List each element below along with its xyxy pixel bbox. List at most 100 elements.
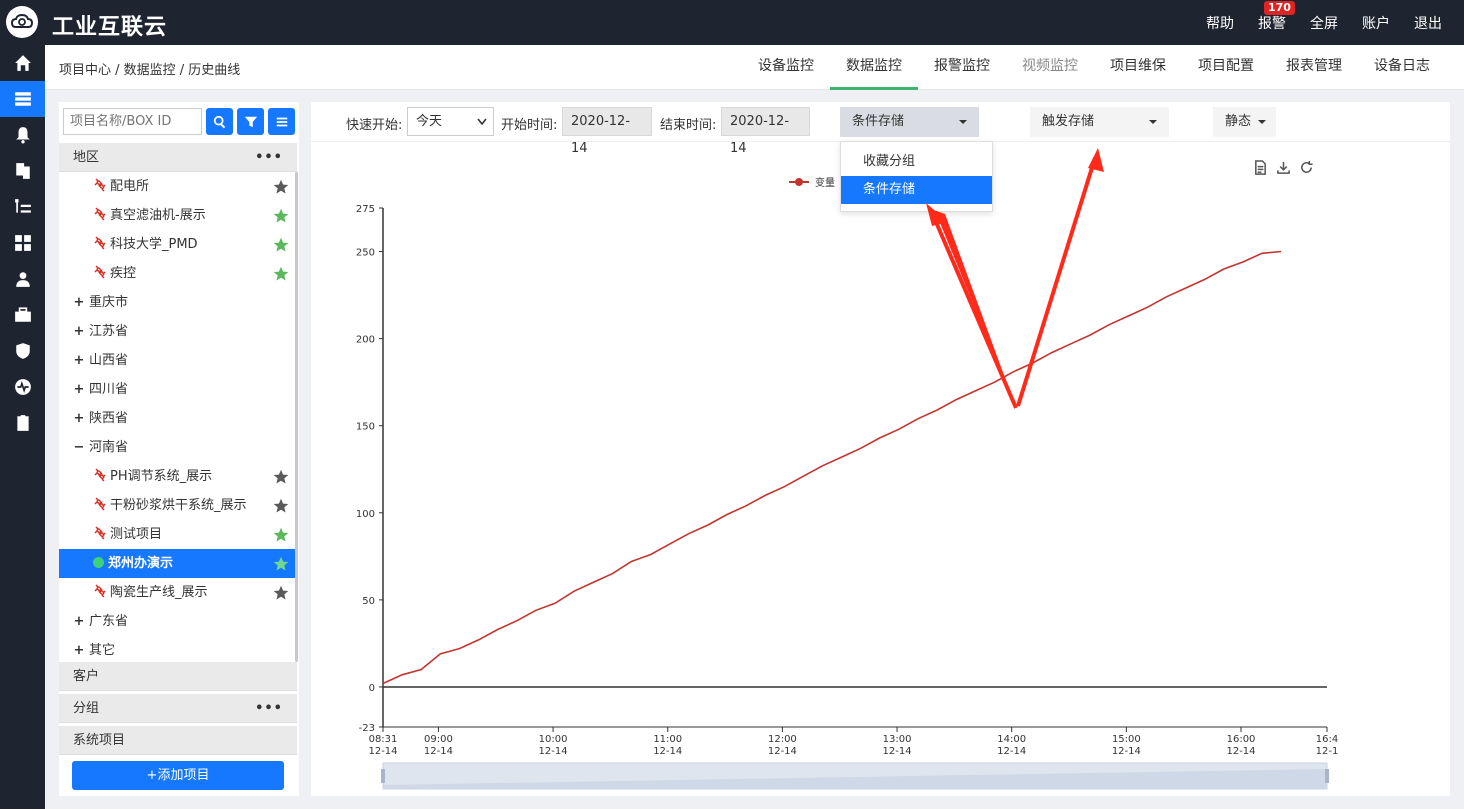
trigger-mode-value: 触发存储 bbox=[1042, 114, 1095, 129]
broken-link-icon bbox=[94, 265, 106, 279]
expand-icon[interactable]: + bbox=[73, 375, 85, 404]
broken-link-icon bbox=[94, 207, 106, 221]
section-system[interactable]: 系统项目 bbox=[59, 726, 297, 755]
end-time-input[interactable]: 2020-12-14 bbox=[721, 107, 810, 156]
tab-project-config[interactable]: 项目配置 bbox=[1182, 45, 1270, 90]
fullscreen-link[interactable]: 全屏 bbox=[1298, 13, 1350, 33]
x-tick-label: 08:31 bbox=[369, 734, 398, 745]
y-tick-label: 50 bbox=[362, 596, 375, 607]
favorite-star-icon[interactable] bbox=[273, 556, 289, 572]
tree-item[interactable]: 疾控 bbox=[59, 259, 295, 288]
favorite-star-icon[interactable] bbox=[273, 585, 289, 601]
tree-item[interactable]: 干粉砂浆烘干系统_展示 bbox=[59, 491, 295, 520]
tab-device-log[interactable]: 设备日志 bbox=[1358, 45, 1446, 90]
tree-group[interactable]: + 四川省 bbox=[59, 375, 295, 404]
favorite-star-icon[interactable] bbox=[273, 237, 289, 253]
online-status-icon bbox=[93, 557, 104, 568]
alarm-link[interactable]: 报警 170 bbox=[1246, 0, 1298, 33]
collapse-icon[interactable]: − bbox=[73, 433, 85, 462]
menu-item-favorite-group[interactable]: 收藏分组 bbox=[841, 148, 992, 176]
section-group[interactable]: 分组 ••• bbox=[59, 694, 297, 723]
tree-scrollbar[interactable] bbox=[295, 172, 298, 662]
tree-group[interactable]: + 山西省 bbox=[59, 346, 295, 375]
favorite-star-icon[interactable] bbox=[273, 208, 289, 224]
tree-group[interactable]: + 重庆市 bbox=[59, 288, 295, 317]
static-mode-value: 静态 bbox=[1225, 114, 1252, 129]
tree-item-label: 陶瓷生产线_展示 bbox=[110, 585, 208, 600]
more-icon[interactable]: ••• bbox=[255, 143, 283, 172]
account-link[interactable]: 账户 bbox=[1350, 13, 1402, 33]
logout-link[interactable]: 退出 bbox=[1402, 13, 1454, 33]
filter-icon bbox=[244, 116, 257, 127]
legend[interactable]: 变量 bbox=[789, 176, 835, 189]
expand-icon[interactable]: + bbox=[73, 636, 85, 665]
home-icon[interactable] bbox=[0, 45, 45, 81]
tree-item[interactable]: 科技大学_PMD bbox=[59, 230, 295, 259]
zoom-handle-right[interactable] bbox=[1325, 769, 1329, 783]
filter-bar: 快速开始: 今天 开始时间: 2020-12-14 结束时间: 2020-12-… bbox=[311, 102, 1450, 156]
data-zoom-slider[interactable] bbox=[381, 762, 1329, 790]
tab-alarm-monitor[interactable]: 报警监控 bbox=[918, 45, 1006, 90]
section-region[interactable]: 地区 ••• bbox=[59, 143, 297, 172]
monitor-icon[interactable] bbox=[0, 81, 45, 117]
menu-button[interactable] bbox=[268, 108, 295, 135]
storage-mode-dropdown[interactable]: 条件存储 bbox=[840, 107, 979, 137]
storage-mode-menu: 收藏分组 条件存储 bbox=[840, 141, 993, 212]
alarm-count-badge: 170 bbox=[1264, 0, 1295, 15]
more-icon[interactable]: ••• bbox=[255, 694, 283, 723]
copy-icon[interactable] bbox=[0, 153, 45, 189]
help-link[interactable]: 帮助 bbox=[1194, 13, 1246, 33]
expand-icon[interactable]: + bbox=[73, 607, 85, 636]
project-search-input[interactable] bbox=[63, 108, 202, 135]
tab-video-monitor[interactable]: 视频监控 bbox=[1006, 45, 1094, 90]
tab-data-monitor[interactable]: 数据监控 bbox=[830, 45, 918, 90]
tree-item[interactable]: 郑州办演示 bbox=[59, 549, 295, 578]
tree-group[interactable]: − 河南省 bbox=[59, 433, 295, 462]
expand-icon[interactable]: + bbox=[73, 317, 85, 346]
tree-item[interactable]: PH调节系统_展示 bbox=[59, 462, 295, 491]
pulse-icon[interactable] bbox=[0, 369, 45, 405]
favorite-star-icon[interactable] bbox=[273, 469, 289, 485]
y-tick-label: 200 bbox=[356, 335, 375, 346]
favorite-star-icon[interactable] bbox=[273, 266, 289, 282]
tree-item[interactable]: 测试项目 bbox=[59, 520, 295, 549]
zoom-handle-left[interactable] bbox=[381, 769, 385, 783]
expand-icon[interactable]: + bbox=[73, 404, 85, 433]
tab-device-monitor[interactable]: 设备监控 bbox=[742, 45, 830, 90]
clipboard-icon[interactable] bbox=[0, 405, 45, 441]
series-line[interactable] bbox=[382, 250, 1282, 685]
quick-start-select[interactable]: 今天 bbox=[407, 107, 494, 136]
favorite-star-icon[interactable] bbox=[273, 527, 289, 543]
tree-item[interactable]: 真空滤油机-展示 bbox=[59, 201, 295, 230]
tree-group[interactable]: + 其它 bbox=[59, 636, 295, 665]
tree-item-label: 广东省 bbox=[89, 614, 129, 629]
dashboard-grid-icon[interactable] bbox=[0, 225, 45, 261]
tree-item-label: 山西省 bbox=[89, 353, 129, 368]
filter-button[interactable] bbox=[237, 108, 264, 135]
tree-item[interactable]: 陶瓷生产线_展示 bbox=[59, 578, 295, 607]
bell-icon[interactable] bbox=[0, 117, 45, 153]
menu-item-condition-storage[interactable]: 条件存储 bbox=[841, 176, 992, 204]
users-icon[interactable] bbox=[0, 261, 45, 297]
add-project-button[interactable]: +添加项目 bbox=[72, 761, 284, 790]
briefcase-icon[interactable] bbox=[0, 297, 45, 333]
trigger-mode-dropdown[interactable]: 触发存储 bbox=[1030, 107, 1169, 137]
tab-report-management[interactable]: 报表管理 bbox=[1270, 45, 1358, 90]
shield-icon[interactable] bbox=[0, 333, 45, 369]
favorite-star-icon[interactable] bbox=[273, 179, 289, 195]
start-time-input[interactable]: 2020-12-14 bbox=[562, 107, 652, 156]
x-tick-label: 14:00 bbox=[997, 734, 1026, 745]
expand-icon[interactable]: + bbox=[73, 288, 85, 317]
tree-group[interactable]: + 江苏省 bbox=[59, 317, 295, 346]
tree-group[interactable]: + 陕西省 bbox=[59, 404, 295, 433]
list-tree-icon[interactable] bbox=[0, 189, 45, 225]
tree-item[interactable]: 配电所 bbox=[59, 172, 295, 201]
tree-group[interactable]: + 广东省 bbox=[59, 607, 295, 636]
section-customer[interactable]: 客户 bbox=[59, 662, 297, 691]
tab-maintenance[interactable]: 项目维保 bbox=[1094, 45, 1182, 90]
x-tick-date: 12-14 bbox=[653, 746, 682, 757]
expand-icon[interactable]: + bbox=[73, 346, 85, 375]
static-mode-dropdown[interactable]: 静态 bbox=[1213, 107, 1276, 137]
search-button[interactable] bbox=[206, 108, 233, 135]
favorite-star-icon[interactable] bbox=[273, 498, 289, 514]
